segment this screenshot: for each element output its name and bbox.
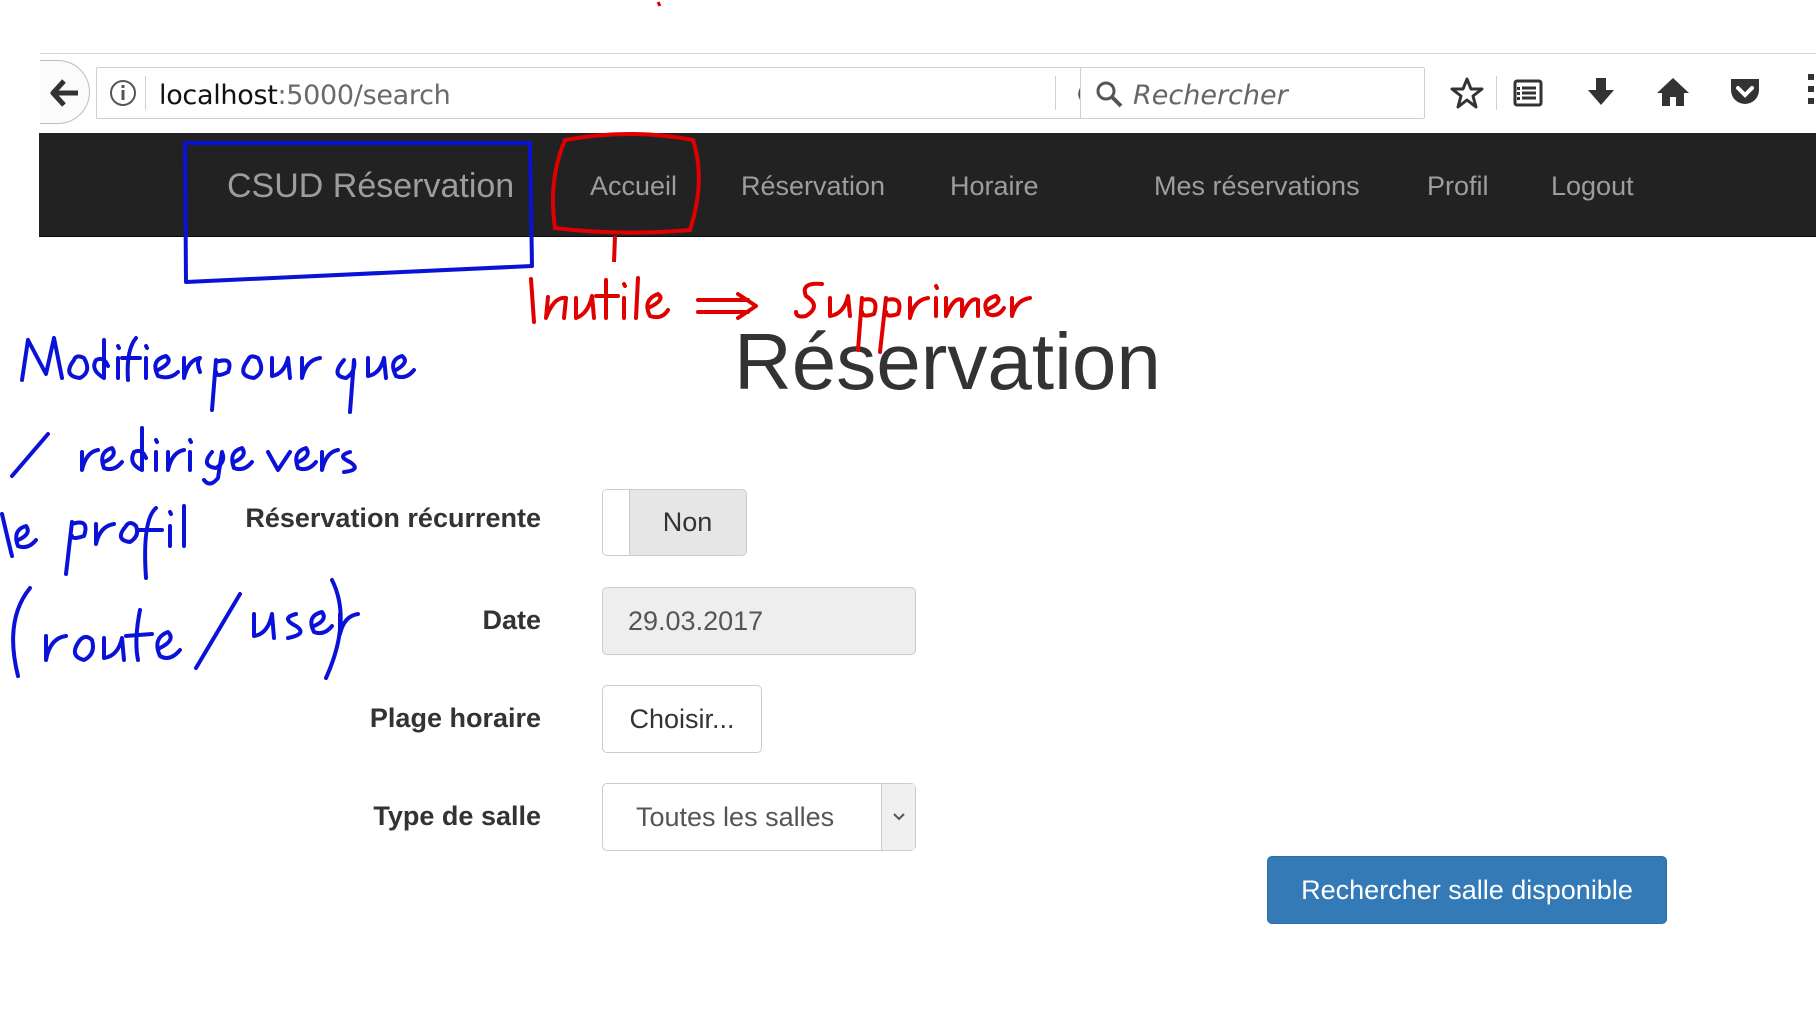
reload-separator	[1055, 76, 1056, 110]
nav-link-horaire[interactable]: Horaire	[950, 171, 1039, 202]
nav-link-mes-reservations[interactable]: Mes réservations	[1154, 171, 1360, 202]
select-dropdown-toggle[interactable]	[881, 784, 915, 850]
roomtype-label: Type de salle	[373, 801, 541, 831]
red-mark	[656, 1, 662, 7]
roomtype-select[interactable]: Toutes les salles	[602, 783, 916, 851]
nav-link-logout[interactable]: Logout	[1551, 171, 1634, 202]
page-title: Réservation	[734, 317, 1161, 406]
toggle-value: Non	[662, 507, 713, 537]
star-icon[interactable]	[1450, 76, 1484, 110]
browser-search-placeholder: Rechercher	[1133, 80, 1288, 111]
menu-icon[interactable]	[1808, 74, 1814, 104]
url-text[interactable]: localhost:5000/search	[159, 80, 451, 111]
chevron-down-icon	[893, 813, 905, 821]
nav-link-reservation[interactable]: Réservation	[741, 171, 885, 202]
back-arrow-icon	[50, 79, 78, 107]
choose-timeslot-button[interactable]: Choisir...	[602, 685, 762, 753]
toggle-handle[interactable]	[603, 490, 630, 555]
url-path: :5000/search	[277, 80, 451, 111]
reading-list-icon[interactable]	[1512, 76, 1544, 108]
download-icon[interactable]	[1585, 76, 1617, 108]
nav-link-profil[interactable]: Profil	[1427, 171, 1489, 202]
navbar-brand[interactable]: CSUD Réservation	[227, 167, 514, 206]
date-label: Date	[482, 605, 541, 635]
url-separator	[145, 76, 146, 110]
home-icon[interactable]	[1656, 76, 1690, 108]
date-field[interactable]: 29.03.2017	[602, 587, 916, 655]
red-connector-line	[612, 235, 617, 263]
roomtype-selected-value: Toutes les salles	[636, 802, 835, 832]
search-available-room-button[interactable]: Rechercher salle disponible	[1267, 856, 1667, 924]
search-icon	[1096, 81, 1123, 108]
pocket-icon[interactable]	[1728, 76, 1762, 108]
info-icon[interactable]	[109, 79, 137, 107]
app-navbar: CSUD Réservation Accueil Réservation Hor…	[39, 133, 1816, 237]
browser-toolbar: localhost:5000/search Rechercher	[40, 53, 1816, 132]
recurring-label: Réservation récurrente	[245, 503, 541, 533]
timeslot-label: Plage horaire	[369, 703, 541, 733]
back-button[interactable]	[40, 60, 90, 124]
recurring-toggle[interactable]: Non	[602, 489, 747, 556]
url-host: localhost	[159, 80, 278, 111]
nav-link-accueil[interactable]: Accueil	[590, 171, 677, 202]
url-bar[interactable]: localhost:5000/search	[96, 67, 1106, 119]
browser-search-box[interactable]: Rechercher	[1080, 67, 1425, 119]
toolbar-separator	[1496, 76, 1497, 110]
